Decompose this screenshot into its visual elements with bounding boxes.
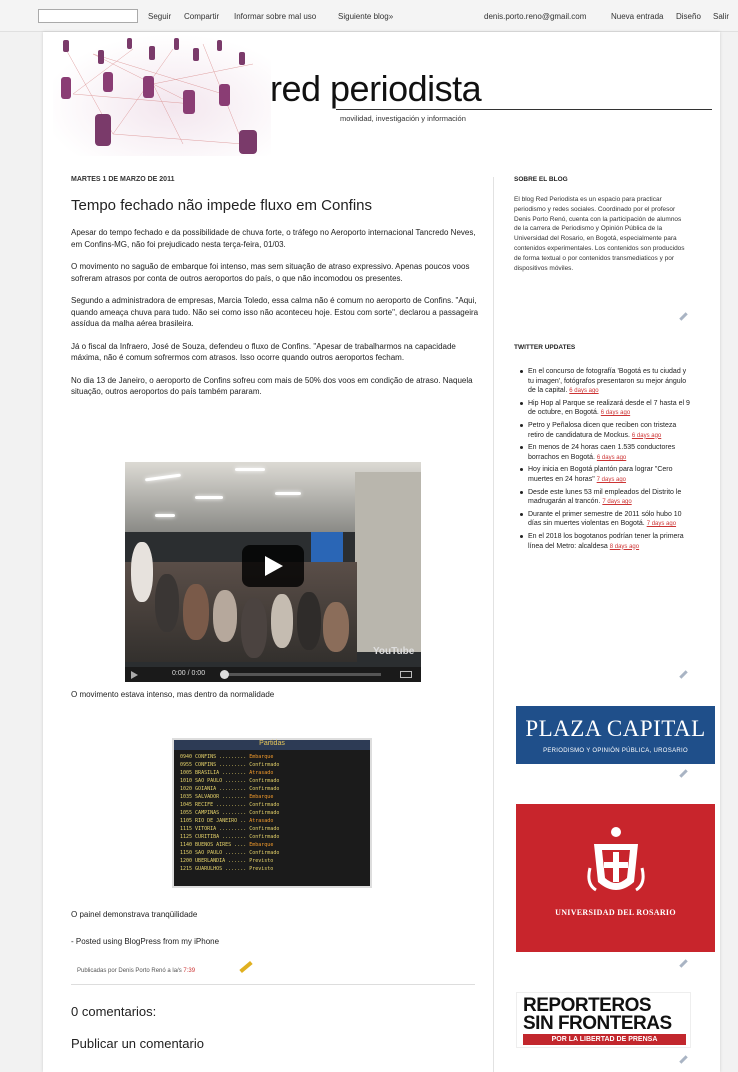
tweet-item: Desde este lunes 53 mil empleados del Di… <box>520 488 690 508</box>
play-button[interactable] <box>242 545 304 587</box>
edit-pencil-icon[interactable] <box>239 960 253 974</box>
video-caption: O movimento estava intenso, mas dentro d… <box>71 690 275 699</box>
rsf-line-3: POR LA LIBERTAD DE PRENSA <box>523 1034 686 1045</box>
universidad-rosario-banner[interactable]: UNIVERSIDAD DEL ROSARIO <box>516 804 715 952</box>
post-divider <box>71 984 475 985</box>
tweet-time-link[interactable]: 6 days ago <box>601 410 630 416</box>
publish-comment-heading: Publicar un comentario <box>71 1036 204 1051</box>
sign-out-link[interactable]: Salir <box>713 12 729 21</box>
plaza-title: PLAZA CAPITAL <box>525 716 706 741</box>
about-text: El blog Red Periodista es un espacio par… <box>514 196 685 272</box>
post-author-line: Publicadas por Denis Porto Renó a la/s <box>77 968 182 974</box>
post-paragraph: Segundo a administradora de empresas, Ma… <box>71 296 479 328</box>
blogger-navbar: Seguir Compartir Informar sobre mal uso … <box>0 0 738 32</box>
youtube-video-player[interactable]: YouTube 0:00 / 0:00 <box>125 462 421 682</box>
search-input[interactable] <box>38 9 138 23</box>
post-paragraph: O movimento no saguão de embarque foi in… <box>71 262 470 283</box>
plaza-capital-banner[interactable]: PLAZA CAPITAL PERIODISMO Y OPINIÓN PÚBLI… <box>516 706 715 764</box>
rsf-line-2: SIN FRONTERAS <box>523 1013 672 1034</box>
report-abuse-link[interactable]: Informar sobre mal uso <box>234 12 316 21</box>
post-time-link[interactable]: 7:39 <box>183 968 195 974</box>
departures-board-image[interactable]: Partidas 0940 CONFINS ......... Embarque… <box>172 738 372 888</box>
fullscreen-icon[interactable] <box>400 671 412 678</box>
tweet-time-link[interactable]: 6 days ago <box>569 388 598 394</box>
video-controls: 0:00 / 0:00 <box>125 667 421 682</box>
tweet-item: Hoy inicia en Bogotá plantón para lograr… <box>520 465 690 485</box>
twitter-list: En el concurso de fotografía 'Bogotá es … <box>520 367 690 554</box>
post-paragraph: No dia 13 de Janeiro, o aeroporto de Con… <box>71 375 473 397</box>
share-link[interactable]: Compartir <box>184 12 219 21</box>
video-time: 0:00 / 0:00 <box>172 670 206 677</box>
rosario-label: UNIVERSIDAD DEL ROSARIO <box>555 908 676 917</box>
rosario-crest-icon <box>587 827 645 892</box>
blog-title[interactable]: red periodista <box>270 68 482 110</box>
tweet-item: Hip Hop al Parque se realizará desde el … <box>520 399 690 419</box>
edit-widget-icon[interactable] <box>679 769 688 778</box>
comments-count: 0 comentarios: <box>71 1004 157 1019</box>
play-small-icon[interactable] <box>131 671 138 679</box>
post-paragraph: Apesar do tempo fechado e da possibilida… <box>71 228 476 249</box>
about-heading: SOBRE EL BLOG <box>514 176 568 183</box>
tweet-item: En el concurso de fotografía 'Bogotá es … <box>520 367 690 397</box>
tweet-time-link[interactable]: 6 days ago <box>632 433 661 439</box>
edit-widget-icon[interactable] <box>679 959 688 968</box>
edit-widget-icon[interactable] <box>679 670 688 679</box>
blog-subtitle: movilidad, investigación y información <box>340 114 466 123</box>
edit-widget-icon[interactable] <box>679 312 688 321</box>
plaza-subtitle: PERIODISMO Y OPINIÓN PÚBLICA, UROSARIO <box>543 748 688 754</box>
tweet-item: En el 2018 los bogotanos podrían tener l… <box>520 532 690 552</box>
reporteros-sin-fronteras-banner[interactable]: REPORTEROS SIN FRONTERAS POR LA LIBERTAD… <box>516 992 691 1048</box>
user-email: denis.porto.reno@gmail.com <box>484 12 587 21</box>
design-link[interactable]: Diseño <box>676 12 701 21</box>
post-body: Apesar do tempo fechado e da possibilida… <box>71 227 481 409</box>
follow-link[interactable]: Seguir <box>148 12 171 21</box>
tweet-time-link[interactable]: 7 days ago <box>647 521 676 527</box>
tweet-time-link[interactable]: 6 days ago <box>597 455 626 461</box>
video-scrubber[interactable] <box>220 670 229 679</box>
post-paragraph: Já o fiscal da Infraero, José de Souza, … <box>71 341 456 363</box>
image-caption: O painel demonstrava tranqüilidade <box>71 910 198 919</box>
posted-using-note: - Posted using BlogPress from my iPhone <box>71 937 220 946</box>
blog-page: red periodista movilidad, investigación … <box>43 32 720 1072</box>
tweet-item: En menos de 24 horas caen 1.535 conducto… <box>520 443 690 463</box>
post-date: MARTES 1 DE MARZO DE 2011 <box>71 176 175 183</box>
video-progress[interactable] <box>223 673 381 676</box>
next-blog-link[interactable]: Siguiente blog» <box>338 12 393 21</box>
play-icon <box>265 556 283 576</box>
board-title: Partidas <box>174 740 370 750</box>
edit-widget-icon[interactable] <box>679 1055 688 1064</box>
title-underline <box>336 109 712 110</box>
sidebar-divider <box>493 177 494 1072</box>
new-post-link[interactable]: Nueva entrada <box>611 12 663 21</box>
tweet-item: Durante el primer semestre de 2011 sólo … <box>520 510 690 530</box>
tweet-time-link[interactable]: 8 days ago <box>610 544 639 550</box>
twitter-heading: TWITTER UPDATES <box>514 344 576 351</box>
tweet-time-link[interactable]: 7 days ago <box>602 499 631 505</box>
post-title[interactable]: Tempo fechado não impede fluxo em Confin… <box>71 197 372 214</box>
tweet-time-link[interactable]: 7 days ago <box>597 477 626 483</box>
tweet-item: Petro y Peñalosa dicen que reciben con t… <box>520 421 690 441</box>
post-footer: Publicadas por Denis Porto Renó a la/s 7… <box>77 968 195 974</box>
youtube-logo[interactable]: YouTube <box>373 646 414 657</box>
